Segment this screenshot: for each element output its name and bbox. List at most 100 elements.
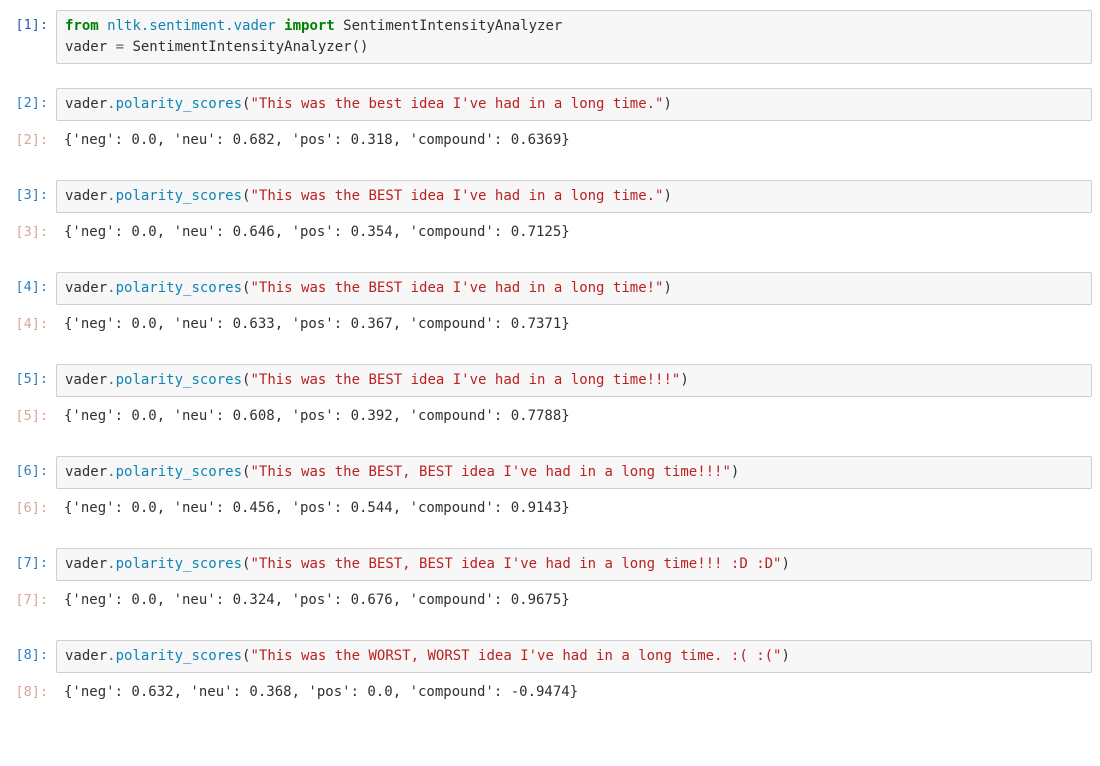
output-area: {'neg': 0.0, 'neu': 0.324, 'pos': 0.676,… <box>56 585 1092 616</box>
code-token: vader <box>65 556 107 572</box>
output-prompt: [7]: <box>0 585 56 610</box>
code-input-area[interactable]: vader.polarity_scores("This was the WORS… <box>56 640 1092 673</box>
output-area: {'neg': 0.0, 'neu': 0.608, 'pos': 0.392,… <box>56 401 1092 432</box>
code-input-area[interactable]: from nltk.sentiment.vader import Sentime… <box>56 10 1092 64</box>
output-text: {'neg': 0.0, 'neu': 0.456, 'pos': 0.544,… <box>64 498 1084 519</box>
code-token: = <box>116 39 124 55</box>
code-token: "This was the BEST idea I've had in a lo… <box>250 372 680 388</box>
input-prompt: [3]: <box>0 180 56 205</box>
code-token: "This was the BEST idea I've had in a lo… <box>250 280 663 296</box>
code-input-area[interactable]: vader.polarity_scores("This was the BEST… <box>56 364 1092 397</box>
code-token: polarity_scores <box>116 464 242 480</box>
code-token: ) <box>781 648 789 664</box>
output-text: {'neg': 0.0, 'neu': 0.646, 'pos': 0.354,… <box>64 222 1084 243</box>
code-input-area[interactable]: vader.polarity_scores("This was the BEST… <box>56 548 1092 581</box>
code-token: polarity_scores <box>116 96 242 112</box>
output-prompt: [8]: <box>0 677 56 702</box>
code-token: "This was the BEST, BEST idea I've had i… <box>250 556 781 572</box>
input-prompt: [1]: <box>0 10 56 35</box>
code-token: vader <box>65 372 107 388</box>
cell-gap <box>0 528 1100 544</box>
input-prompt: [5]: <box>0 364 56 389</box>
code-token: ) <box>663 188 671 204</box>
code-line: vader.polarity_scores("This was the BEST… <box>65 462 1083 483</box>
cell-gap <box>0 436 1100 452</box>
code-line: vader.polarity_scores("This was the BEST… <box>65 278 1083 299</box>
code-token: polarity_scores <box>116 280 242 296</box>
input-cell: [4]: vader.polarity_scores("This was the … <box>0 272 1100 305</box>
output-prompt: [5]: <box>0 401 56 426</box>
code-token: import <box>276 18 343 34</box>
input-prompt: [2]: <box>0 88 56 113</box>
input-cell: [6]: vader.polarity_scores("This was the … <box>0 456 1100 489</box>
code-token: . <box>107 556 115 572</box>
output-cell: [3]: {'neg': 0.0, 'neu': 0.646, 'pos': 0.… <box>0 217 1100 248</box>
code-token: vader <box>65 280 107 296</box>
code-token: ) <box>731 464 739 480</box>
output-text: {'neg': 0.0, 'neu': 0.633, 'pos': 0.367,… <box>64 314 1084 335</box>
code-line: vader.polarity_scores("This was the WORS… <box>65 646 1083 667</box>
code-token: . <box>107 280 115 296</box>
output-prompt: [2]: <box>0 125 56 150</box>
code-token: "This was the BEST, BEST idea I've had i… <box>250 464 730 480</box>
input-prompt: [4]: <box>0 272 56 297</box>
input-prompt: [8]: <box>0 640 56 665</box>
output-text: {'neg': 0.0, 'neu': 0.608, 'pos': 0.392,… <box>64 406 1084 427</box>
code-token: nltk.sentiment.vader <box>107 18 276 34</box>
input-cell: [2]: vader.polarity_scores("This was the … <box>0 88 1100 121</box>
output-area: {'neg': 0.0, 'neu': 0.633, 'pos': 0.367,… <box>56 309 1092 340</box>
output-cell: [8]: {'neg': 0.632, 'neu': 0.368, 'pos': … <box>0 677 1100 708</box>
code-line: vader.polarity_scores("This was the best… <box>65 94 1083 115</box>
input-cell: [5]:vader.polarity_scores("This was the … <box>0 364 1100 397</box>
code-token: "This was the best idea I've had in a lo… <box>250 96 663 112</box>
code-token: vader <box>65 464 107 480</box>
input-cell: [1]:from nltk.sentiment.vader import Sen… <box>0 10 1100 64</box>
code-token: . <box>107 96 115 112</box>
cell-gap <box>0 160 1100 176</box>
output-cell: [7]: {'neg': 0.0, 'neu': 0.324, 'pos': 0.… <box>0 585 1100 616</box>
output-cell: [4]: {'neg': 0.0, 'neu': 0.633, 'pos': 0.… <box>0 309 1100 340</box>
code-token: "This was the WORST, WORST idea I've had… <box>250 648 781 664</box>
code-token: polarity_scores <box>116 188 242 204</box>
output-cell: [6]: {'neg': 0.0, 'neu': 0.456, 'pos': 0.… <box>0 493 1100 524</box>
code-token: ) <box>663 96 671 112</box>
code-token: vader <box>65 96 107 112</box>
input-cell: [8]: vader.polarity_scores("This was the … <box>0 640 1100 673</box>
output-area: {'neg': 0.632, 'neu': 0.368, 'pos': 0.0,… <box>56 677 1092 708</box>
code-token: "This was the BEST idea I've had in a lo… <box>250 188 663 204</box>
code-line: vader = SentimentIntensityAnalyzer() <box>65 37 1083 58</box>
code-input-area[interactable]: vader.polarity_scores("This was the BEST… <box>56 180 1092 213</box>
output-area: {'neg': 0.0, 'neu': 0.646, 'pos': 0.354,… <box>56 217 1092 248</box>
code-token: ) <box>680 372 688 388</box>
code-token: . <box>107 372 115 388</box>
code-token: . <box>107 648 115 664</box>
output-area: {'neg': 0.0, 'neu': 0.456, 'pos': 0.544,… <box>56 493 1092 524</box>
input-cell: [3]: vader.polarity_scores("This was the … <box>0 180 1100 213</box>
code-token: polarity_scores <box>116 556 242 572</box>
output-prompt: [4]: <box>0 309 56 334</box>
output-text: {'neg': 0.632, 'neu': 0.368, 'pos': 0.0,… <box>64 682 1084 703</box>
cell-gap <box>0 344 1100 360</box>
output-prompt: [6]: <box>0 493 56 518</box>
output-cell: [2]: {'neg': 0.0, 'neu': 0.682, 'pos': 0.… <box>0 125 1100 156</box>
output-cell: [5]: {'neg': 0.0, 'neu': 0.608, 'pos': 0.… <box>0 401 1100 432</box>
code-token: ) <box>781 556 789 572</box>
code-token: vader <box>65 188 107 204</box>
cell-gap <box>0 68 1100 84</box>
code-token: . <box>107 464 115 480</box>
output-text: {'neg': 0.0, 'neu': 0.682, 'pos': 0.318,… <box>64 130 1084 151</box>
code-token: . <box>107 188 115 204</box>
code-token: polarity_scores <box>116 372 242 388</box>
code-input-area[interactable]: vader.polarity_scores("This was the BEST… <box>56 456 1092 489</box>
code-line: vader.polarity_scores("This was the BEST… <box>65 186 1083 207</box>
code-input-area[interactable]: vader.polarity_scores("This was the best… <box>56 88 1092 121</box>
code-token: SentimentIntensityAnalyzer <box>343 18 562 34</box>
code-token: SentimentIntensityAnalyzer() <box>124 39 368 55</box>
code-token: polarity_scores <box>116 648 242 664</box>
output-prompt: [3]: <box>0 217 56 242</box>
code-token: ) <box>663 280 671 296</box>
code-input-area[interactable]: vader.polarity_scores("This was the BEST… <box>56 272 1092 305</box>
cell-gap <box>0 620 1100 636</box>
output-text: {'neg': 0.0, 'neu': 0.324, 'pos': 0.676,… <box>64 590 1084 611</box>
input-prompt: [6]: <box>0 456 56 481</box>
